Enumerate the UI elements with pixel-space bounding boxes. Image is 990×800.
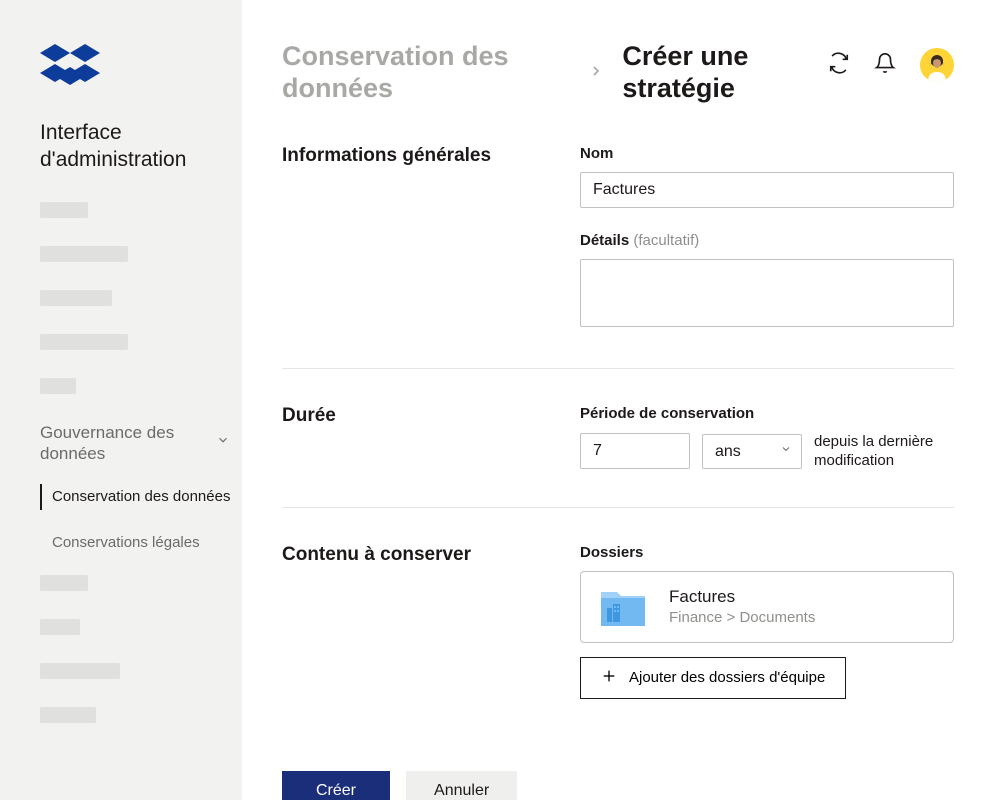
plus-icon (601, 668, 617, 688)
name-input[interactable] (580, 172, 954, 208)
add-folders-label: Ajouter des dossiers d'équipe (629, 669, 825, 686)
duration-number-input[interactable] (580, 433, 690, 469)
section-duration: Durée Période de conservation ans depuis… (282, 405, 954, 508)
avatar[interactable] (920, 48, 954, 82)
details-textarea[interactable] (580, 259, 954, 327)
form-actions: Créer Annuler (282, 771, 954, 800)
details-label: Détails (facultatif) (580, 232, 954, 249)
main-content: Conservation des données Créer une strat… (242, 0, 990, 800)
duration-unit-select[interactable]: ans (702, 434, 802, 469)
create-button[interactable]: Créer (282, 771, 390, 800)
bell-icon[interactable] (874, 52, 896, 79)
nav-sub-legal-holds[interactable]: Conservations légales (40, 530, 242, 556)
add-folders-button[interactable]: Ajouter des dossiers d'équipe (580, 657, 846, 699)
dropbox-logo (40, 40, 242, 95)
nav-placeholder (40, 202, 88, 218)
sidebar-title: Interface d'administration (40, 119, 242, 174)
duration-suffix: depuis la dernière modification (814, 432, 954, 471)
folder-path: Finance > Documents (669, 609, 935, 626)
nav-placeholder (40, 663, 120, 679)
sync-icon[interactable] (828, 52, 850, 79)
section-title: Informations générales (282, 145, 580, 167)
breadcrumb-current: Créer une stratégie (622, 40, 828, 105)
nav-sub-label[interactable]: Conservation des données (52, 484, 242, 510)
period-label: Période de conservation (580, 405, 954, 422)
nav-placeholder (40, 246, 128, 262)
nav-section-governance[interactable]: Gouvernance des données (40, 422, 230, 465)
breadcrumb: Conservation des données Créer une strat… (282, 40, 828, 105)
cancel-button[interactable]: Annuler (406, 771, 517, 800)
nav-placeholder (40, 378, 76, 394)
nav-placeholder (40, 575, 88, 591)
chevron-down-icon (216, 433, 230, 452)
header-actions (828, 48, 954, 82)
nav-placeholder (40, 619, 80, 635)
breadcrumb-parent[interactable]: Conservation des données (282, 40, 570, 105)
section-content: Contenu à conserver Dossiers (282, 544, 954, 735)
header: Conservation des données Créer une strat… (282, 40, 954, 105)
nav-sub-data-retention[interactable]: Conservation des données (40, 484, 242, 510)
section-general: Informations générales Nom Détails (facu… (282, 145, 954, 369)
sidebar: Interface d'administration Gouvernance d… (0, 0, 242, 800)
section-title: Durée (282, 405, 580, 427)
name-label: Nom (580, 145, 954, 162)
nav-sub-label[interactable]: Conservations légales (52, 530, 242, 556)
nav-section-label: Gouvernance des données (40, 422, 216, 465)
folder-icon (599, 586, 647, 628)
folder-card[interactable]: Factures Finance > Documents (580, 571, 954, 643)
nav-placeholder (40, 707, 96, 723)
section-title: Contenu à conserver (282, 544, 580, 566)
folders-label: Dossiers (580, 544, 954, 561)
nav-placeholder (40, 290, 112, 306)
chevron-right-icon (588, 59, 604, 85)
folder-name: Factures (669, 587, 935, 607)
nav-placeholder (40, 334, 128, 350)
